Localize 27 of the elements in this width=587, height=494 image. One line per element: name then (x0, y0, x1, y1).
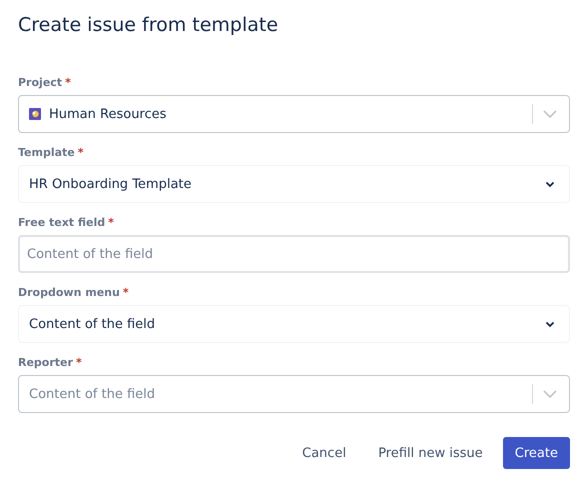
chevron-down-icon (543, 390, 557, 398)
chevron-down-icon (543, 110, 557, 118)
field-label: Template (18, 146, 75, 158)
field-label: Reporter (18, 356, 73, 368)
chevron-down-icon (545, 180, 555, 188)
required-asterisk: * (76, 356, 82, 368)
text-button[interactable]: Cancel (290, 437, 358, 469)
required-asterisk: * (78, 146, 84, 158)
dropdown-value: HR Onboarding Template (29, 176, 192, 192)
field-label: Free text field (18, 216, 106, 228)
dropdown-value: Content of the field (29, 316, 156, 332)
field-label: Project (18, 76, 62, 88)
dropdown-field[interactable]: Content of the field (18, 305, 570, 343)
field-label: Dropdown menu (18, 286, 120, 298)
select-field[interactable]: Content of the field (18, 375, 570, 413)
dropdown-field[interactable]: HR Onboarding Template (18, 165, 570, 203)
dialog-title: Create issue from template (18, 13, 280, 38)
select-field[interactable]: Human Resources (18, 95, 570, 133)
required-asterisk: * (65, 76, 71, 88)
create-button[interactable]: Create (502, 437, 570, 469)
text-field[interactable]: Content of the field (18, 235, 570, 273)
chevron-down-icon (545, 320, 555, 328)
select-value: Human Resources (49, 106, 166, 122)
required-asterisk: * (122, 286, 129, 298)
select-placeholder: Content of the field (29, 386, 156, 402)
text-button[interactable]: Prefill new issue (366, 437, 495, 469)
required-asterisk: * (108, 216, 114, 228)
